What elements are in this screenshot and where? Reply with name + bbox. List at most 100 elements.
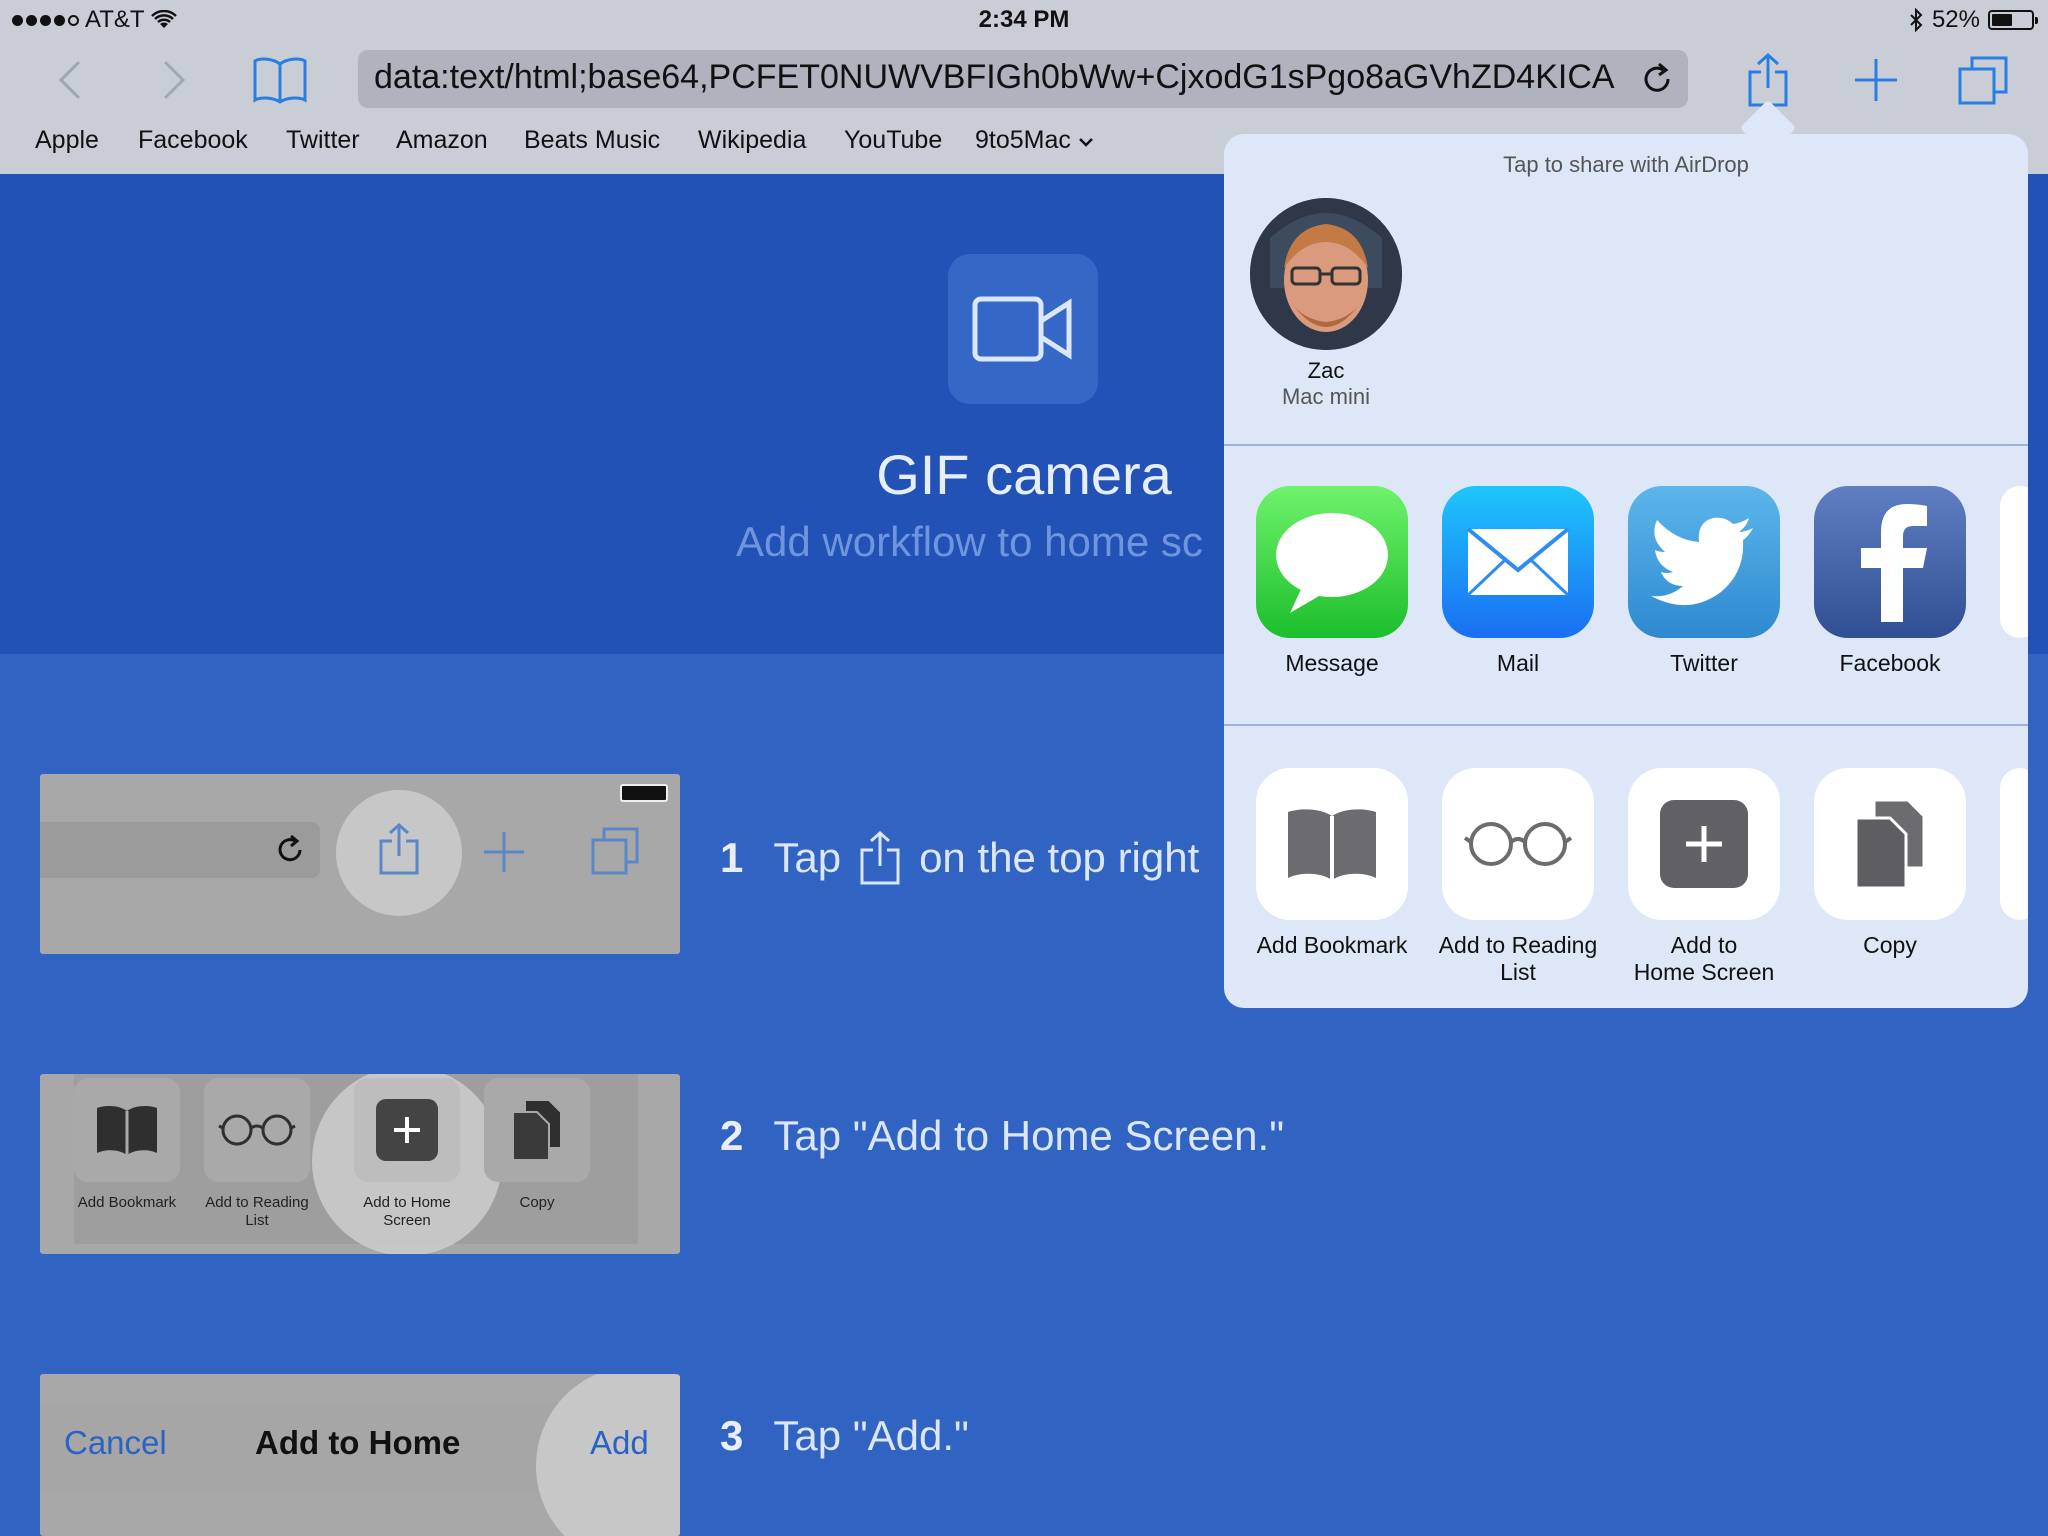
chevron-down-icon [1078,138,1093,147]
mini-reload-icon [278,834,302,862]
mini-copy-tile [484,1078,590,1182]
copy-icon [1854,798,1926,890]
mini-add-label: Add [590,1424,649,1461]
page-subtitle: Add workflow to home sc [736,518,1203,565]
reading-list-label: Add to Reading List [1425,932,1611,986]
twitter-label: Twitter [1670,650,1738,676]
step3-illustration: Cancel Add to Home Add [40,1374,680,1536]
step2-text: Tap "Add to Home Screen." [773,1112,1285,1159]
mail-icon [1466,527,1570,597]
back-button[interactable] [40,52,100,108]
reading-list-label-line2: List [1500,959,1536,985]
message-label: Message [1285,650,1379,676]
mini-plus-icon [484,832,524,872]
mail-tile [1442,486,1594,638]
message-icon [1276,513,1388,613]
step3-text: Tap "Add." [773,1412,969,1459]
copy-label: Copy [1797,932,1983,959]
add-bookmark-label-line1: Add Bookmark [1256,932,1408,958]
copy-icon [512,1099,562,1161]
book-icon [97,1106,157,1155]
divider [1224,444,2028,446]
favorite-9to5mac[interactable]: 9to5Mac [975,126,1094,155]
step3-number: 3 [720,1412,744,1459]
copy-tile [1814,768,1966,920]
divider [1224,724,2028,726]
favorite-9to5mac-label: 9to5Mac [975,126,1071,154]
mini-cancel-label: Cancel [64,1424,167,1461]
plus-icon [1855,59,1897,101]
add-bookmark-label: Add Bookmark [1239,932,1425,959]
add-to-home-screen-label: Add to Home Screen [1611,932,1797,986]
facebook-f-icon [1861,504,1927,622]
tabs-button[interactable] [1952,52,2014,108]
airdrop-person-name: Zac [1307,358,1345,383]
url-text[interactable]: data:text/html;base64,PCFET0NUWVBFIGh0bW… [374,58,1628,97]
battery-fill [1992,14,2012,26]
step1-number: 1 [720,834,744,881]
battery-icon [1988,10,2038,30]
avatar [1250,198,1402,350]
favorite-youtube[interactable]: YouTube [844,126,942,155]
favorite-wikipedia[interactable]: Wikipedia [698,126,806,155]
share-icon [860,830,900,885]
add-to-home-screen-tile [1628,768,1780,920]
airdrop-person-device: Mac mini [1281,384,1370,409]
mini-label-add-bookmark: Add Bookmark [77,1194,177,1211]
message-tile [1256,486,1408,638]
add-to-home-screen-label-line2: Home Screen [1633,959,1775,985]
favorite-amazon[interactable]: Amazon [396,126,488,155]
step1-text-post: on the top right [919,834,1200,881]
battery-percent: 52% [1931,6,1980,33]
mini-share-icon [379,822,419,875]
mini-reading-list-tile [204,1078,310,1182]
address-bar[interactable]: data:text/html;base64,PCFET0NUWVBFIGh0bW… [358,50,1688,108]
person-avatar-icon [1250,198,1402,350]
bluetooth-icon [1910,8,1923,32]
add-bookmark-tile [1256,768,1408,920]
mini-label-reading-list: Add to Reading List [205,1194,309,1229]
step1-instruction: 1 Tap on the top right [720,830,1199,886]
favorite-beats-music[interactable]: Beats Music [524,126,660,155]
reading-list-label-line1: Add to Reading [1438,932,1598,958]
book-icon [253,57,307,104]
share-sheet: Tap to share with AirDrop Zac Mac mini M… [1224,134,2028,1008]
mail-label: Mail [1496,650,1540,676]
favorite-twitter[interactable]: Twitter [286,126,360,155]
step3-instruction: 3 Tap "Add." [720,1412,969,1460]
chevron-left-icon [58,60,81,100]
clock: 2:34 PM [978,6,1070,33]
reading-list-tile [1442,768,1594,920]
add-square-icon [1660,800,1748,888]
step1-text-pre: Tap [773,834,842,881]
facebook-tile [1814,486,1966,638]
share-button[interactable] [1738,52,1798,108]
workflow-icon [948,254,1098,404]
mini-label-home-screen: Add to Home Screen [363,1194,451,1229]
favorite-facebook[interactable]: Facebook [138,126,248,155]
forward-button[interactable] [144,52,204,108]
airdrop-person[interactable]: Zac Mac mini [1224,134,1428,424]
mini-battery-icon [620,784,668,802]
favorite-apple[interactable]: Apple [35,126,99,155]
mini-share-sheet: Add Bookmark Add to Reading List Add to … [74,1074,638,1254]
more-apps-tile[interactable] [2000,486,2028,638]
more-actions-tile[interactable] [2000,768,2028,920]
glasses-icon [218,1114,296,1146]
status-bar: AT&T 2:34 PM 52% [0,0,2048,40]
step2-number: 2 [720,1112,744,1159]
add-to-home-screen-label-line1: Add to [1670,932,1738,958]
facebook-label: Facebook [1839,650,1941,676]
twitter-tile [1628,486,1780,638]
tabs-icon [1958,56,2008,105]
reload-icon[interactable] [1638,60,1676,98]
new-tab-button[interactable] [1846,52,1906,108]
twitter-bird-icon [1651,517,1753,606]
chevron-right-icon [163,60,186,100]
mini-bookmark-tile [74,1078,180,1182]
mini-address-bar [40,822,320,878]
mini-label-copy: Copy [519,1194,555,1211]
book-icon [1288,809,1376,880]
bookmarks-button[interactable] [250,52,310,108]
mini-tabs-icon [591,827,639,875]
